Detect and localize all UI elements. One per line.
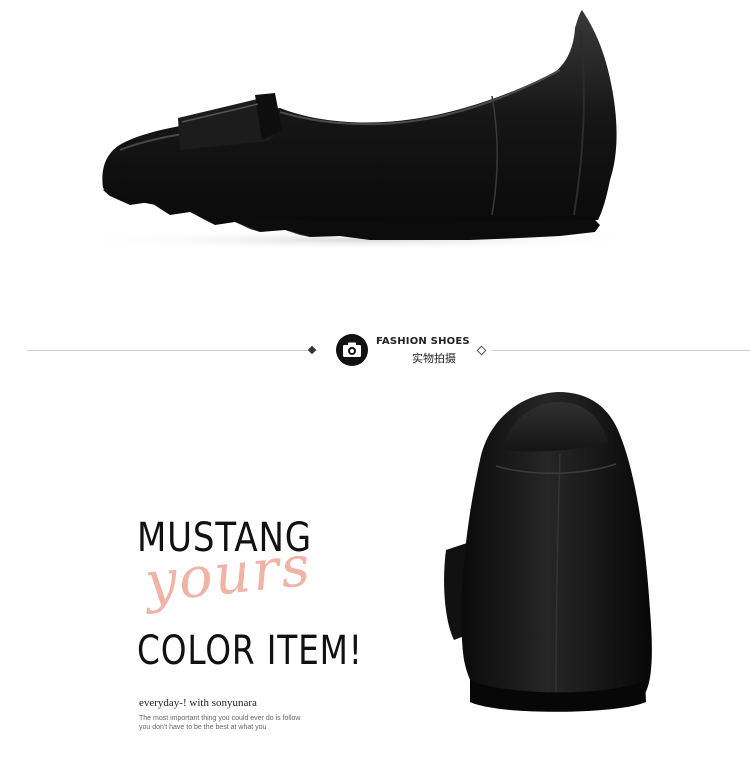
badge-subtitle: 实物拍摄 xyxy=(412,353,456,365)
divider-diamond-left-icon xyxy=(307,345,317,355)
tagline: everyday-! with sonyunara xyxy=(139,697,257,709)
divider-line-left xyxy=(27,350,317,351)
badge-title: FASHION SHOES xyxy=(376,336,470,347)
shoe-side-view-image xyxy=(70,10,650,250)
divider-line-right xyxy=(492,350,750,351)
body-text-line-1: The most important thing you could ever … xyxy=(139,715,301,722)
body-text-line-2: you don't have to be the best at what yo… xyxy=(139,724,267,731)
headline-line-2: COLOR ITEM! xyxy=(137,628,363,674)
camera-icon xyxy=(336,334,368,366)
divider-diamond-right-icon xyxy=(476,345,487,356)
shoe-rear-view-image xyxy=(444,392,652,712)
